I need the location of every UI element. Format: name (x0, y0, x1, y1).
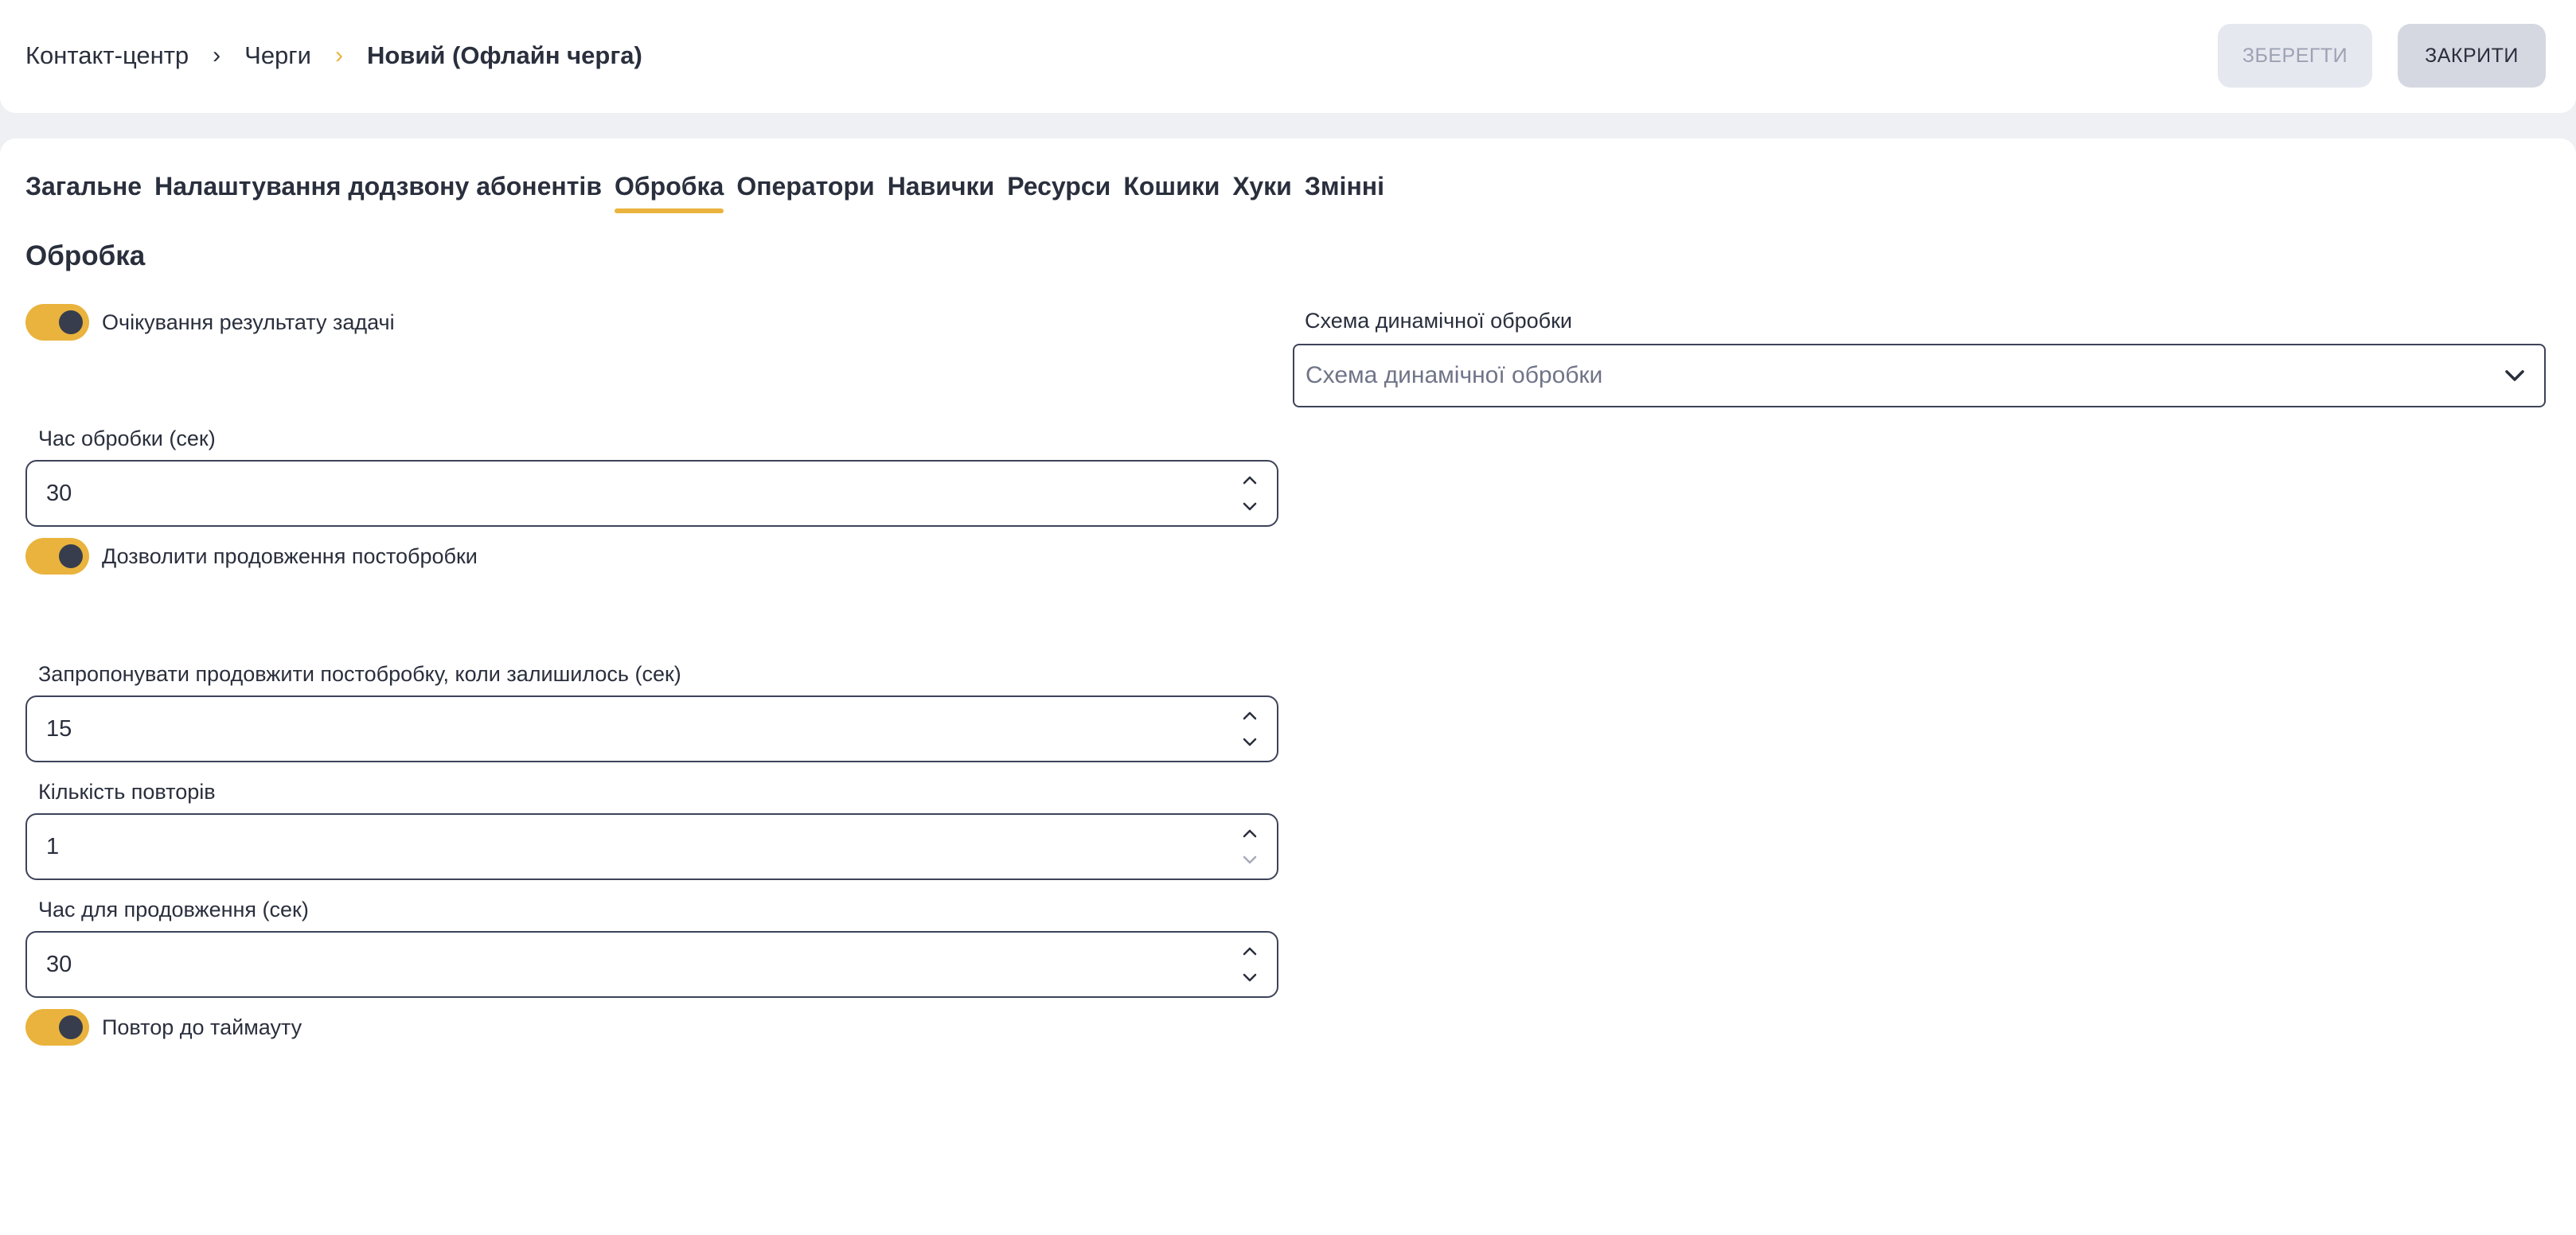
page-title: Новий (Офлайн черга) (366, 41, 642, 69)
dynamic-schema-select[interactable]: Схема динамічної обробки (1293, 344, 2546, 407)
processing-time-input[interactable]: 30 (25, 460, 1278, 527)
tab-resources[interactable]: Ресурси (1007, 167, 1110, 215)
chevron-down-icon (1243, 502, 1257, 511)
number-stepper (1240, 939, 1259, 990)
offer-extend-input[interactable]: 15 (25, 695, 1278, 762)
toggle-knob (59, 1015, 83, 1039)
number-stepper (1240, 821, 1259, 872)
content-card: Загальне Налаштування додзвону абонентів… (0, 138, 2576, 1235)
extend-time-input[interactable]: 30 (25, 931, 1278, 998)
chevron-up-icon (1243, 947, 1257, 956)
allow-extension-label: Дозволити продовження постобробки (102, 543, 478, 568)
dynamic-schema-placeholder: Схема динамічної обробки (1306, 362, 1603, 388)
section-title: Обробка (25, 240, 146, 271)
tab-processing[interactable]: Обробка (614, 167, 724, 215)
repeat-count-value: 1 (46, 834, 60, 859)
await-result-toggle[interactable] (25, 304, 89, 341)
increment-button[interactable] (1240, 468, 1259, 493)
chevron-down-icon (1243, 855, 1257, 864)
await-result-label: Очікування результату задачі (102, 310, 395, 334)
decrement-button[interactable] (1240, 964, 1259, 990)
chevron-right-icon: › (334, 42, 343, 68)
decrement-button[interactable] (1240, 729, 1259, 754)
chevron-up-icon (1243, 711, 1257, 720)
breadcrumb-contact-center[interactable]: Контакт-центр (25, 41, 189, 70)
breadcrumb: Контакт-центр › Черги › Новий (Офлайн че… (25, 38, 642, 73)
repeat-until-timeout-label: Повтор до таймауту (102, 1015, 302, 1039)
chevron-down-icon (1243, 973, 1257, 982)
number-stepper (1240, 703, 1259, 754)
chevron-right-icon: › (213, 42, 221, 68)
increment-button[interactable] (1240, 703, 1259, 729)
decrement-button[interactable] (1240, 847, 1259, 872)
repeat-count-label: Кількість повторів (38, 780, 216, 804)
offer-extend-value: 15 (46, 716, 72, 742)
chevron-up-icon (1243, 829, 1257, 838)
allow-extension-row: Дозволити продовження постобробки (25, 538, 478, 575)
increment-button[interactable] (1240, 939, 1259, 964)
extend-time-value: 30 (46, 952, 72, 977)
chevron-up-icon (1243, 476, 1257, 485)
breadcrumb-queues[interactable]: Черги (244, 41, 311, 70)
extend-time-label: Час для продовження (сек) (38, 898, 309, 921)
tab-hooks[interactable]: Хуки (1232, 167, 1291, 215)
tab-variables[interactable]: Змінні (1305, 167, 1384, 215)
chevron-down-icon (1243, 738, 1257, 746)
tab-dial-settings[interactable]: Налаштування додзвону абонентів (154, 167, 602, 215)
save-button[interactable]: ЗБЕРЕГТИ (2218, 24, 2372, 88)
tab-skills[interactable]: Навички (888, 167, 995, 215)
tab-bar: Загальне Налаштування додзвону абонентів… (25, 167, 1397, 215)
offer-extend-label: Запропонувати продовжити постобробку, ко… (38, 662, 681, 686)
repeat-until-timeout-toggle[interactable] (25, 1009, 89, 1046)
repeat-until-timeout-row: Повтор до таймауту (25, 1009, 302, 1046)
processing-time-value: 30 (46, 481, 72, 506)
tab-general[interactable]: Загальне (25, 167, 142, 215)
tab-baskets[interactable]: Кошики (1123, 167, 1220, 215)
chevron-down-icon (2505, 370, 2524, 381)
decrement-button[interactable] (1240, 493, 1259, 519)
repeat-count-input[interactable]: 1 (25, 813, 1278, 880)
page-header: Контакт-центр › Черги › Новий (Офлайн че… (0, 0, 2576, 113)
close-button[interactable]: ЗАКРИТИ (2398, 24, 2546, 88)
allow-extension-toggle[interactable] (25, 538, 89, 575)
dynamic-schema-label: Схема динамічної обробки (1305, 309, 1572, 333)
toggle-knob (59, 310, 83, 334)
await-result-row: Очікування результату задачі (25, 304, 395, 341)
toggle-knob (59, 544, 83, 568)
number-stepper (1240, 468, 1259, 519)
increment-button[interactable] (1240, 821, 1259, 847)
processing-time-label: Час обробки (сек) (38, 427, 216, 450)
tab-operators[interactable]: Оператори (736, 167, 874, 215)
